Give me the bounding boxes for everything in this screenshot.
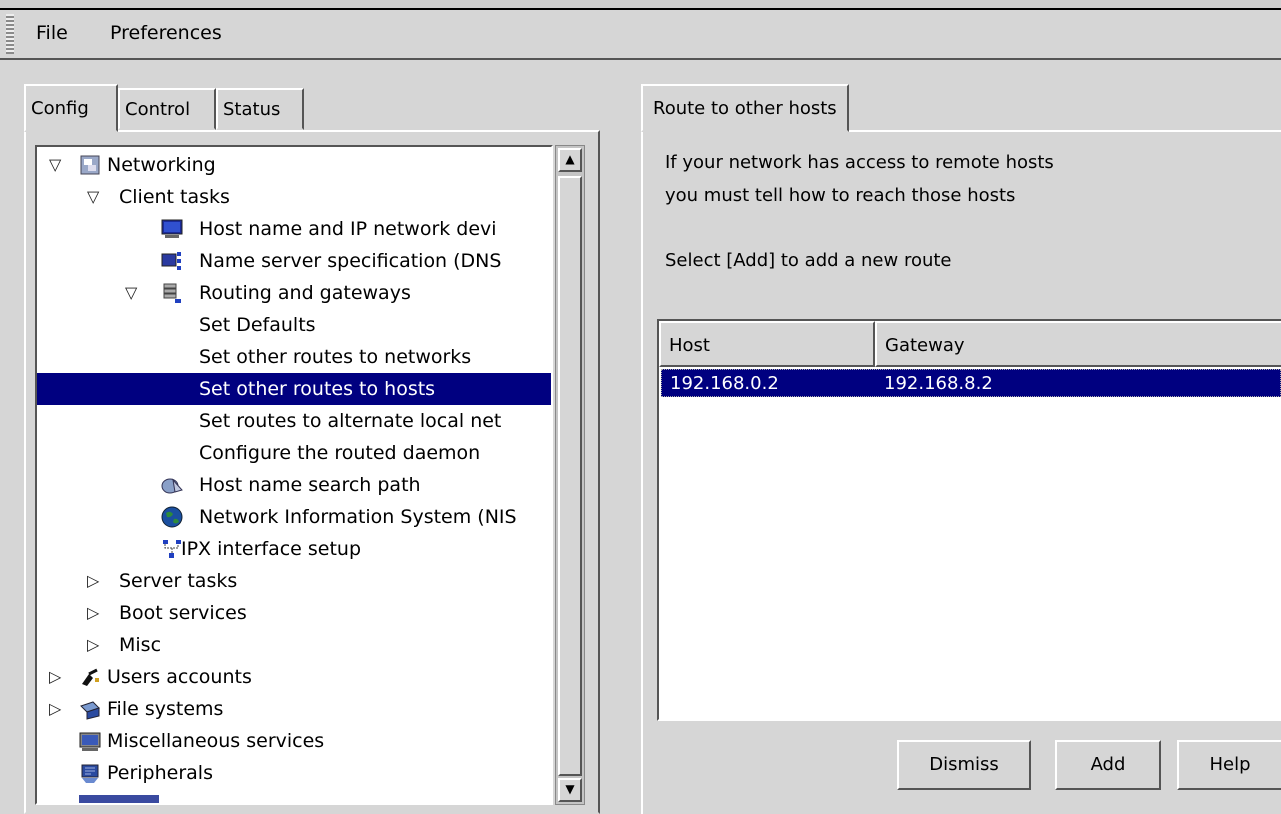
tree-item-label: Set routes to alternate local net (199, 410, 502, 432)
scroll-down-button[interactable]: ▼ (558, 778, 582, 802)
dismiss-button[interactable]: Dismiss (897, 740, 1031, 790)
search-path-icon (161, 478, 183, 494)
tree-item-routing[interactable]: ▽ Routing and gateways (37, 277, 551, 309)
routing-icon (163, 283, 181, 303)
tree-item-label: Network Information System (NIS (199, 506, 517, 528)
users-icon (82, 668, 99, 686)
tree-item-label: Set Defaults (199, 314, 316, 336)
tab-status[interactable]: Status (216, 88, 304, 130)
info-text-line-2: you must tell how to reach those hosts (665, 185, 1016, 206)
tab-control[interactable]: Control (118, 88, 216, 130)
tree-item-label: Routing and gateways (199, 282, 411, 304)
expand-right-icon[interactable]: ▷ (87, 629, 99, 661)
expand-down-icon[interactable]: ▽ (125, 277, 137, 309)
tree-item-routes-hosts[interactable]: Set other routes to hosts (37, 373, 551, 405)
globe-icon (161, 506, 183, 528)
cell-gateway: 192.168.8.2 (884, 373, 993, 394)
ipx-icon (163, 540, 181, 558)
tree-scrollbar[interactable]: ▲ ▼ (555, 145, 585, 805)
tree-item-nis[interactable]: Network Information System (NIS (37, 501, 551, 533)
tree-item-boot-services[interactable]: ▷ Boot services (37, 597, 551, 629)
tree-item-misc[interactable]: ▷ Misc (37, 629, 551, 661)
monitor-icon (161, 219, 183, 238)
tree-item-alternate-local-net[interactable]: Set routes to alternate local net (37, 405, 551, 437)
expand-right-icon[interactable]: ▷ (87, 565, 99, 597)
peripherals-icon (81, 764, 99, 783)
tree-item-server-tasks[interactable]: ▷ Server tasks (37, 565, 551, 597)
tree-item-routed-daemon[interactable]: Configure the routed daemon (37, 437, 551, 469)
tree-item-label: Set other routes to hosts (199, 378, 436, 400)
tree-item-label: Set other routes to networks (199, 346, 472, 368)
tree-item-label: Host name and IP network devi (199, 218, 497, 240)
tree-item-name-server[interactable]: Name server specification (DNS (37, 245, 551, 277)
menu-bar: File Preferences (0, 10, 1281, 60)
tree-item-partial (79, 795, 159, 803)
tree-item-label: Miscellaneous services (107, 730, 325, 752)
menubar-grip-handle[interactable] (6, 14, 14, 54)
tree-item-client-tasks[interactable]: ▽ Client tasks (37, 181, 551, 213)
column-header-host[interactable]: Host (659, 321, 875, 367)
help-button[interactable]: Help (1177, 740, 1281, 790)
tree-item-label: Users accounts (107, 666, 252, 688)
tree-item-set-defaults[interactable]: Set Defaults (37, 309, 551, 341)
tree-item-label: Peripherals (107, 762, 213, 784)
tree-item-label: Boot services (119, 602, 247, 624)
tree-item-label: Name server specification (DNS (199, 250, 502, 272)
tree-item-host-name-ip[interactable]: Host name and IP network devi (37, 213, 551, 245)
column-header-gateway[interactable]: Gateway (875, 321, 1281, 367)
tree-item-label: Host name search path (199, 474, 421, 496)
misc-services-icon (79, 732, 101, 751)
tree-item-networking[interactable]: ▽ Networking (37, 149, 551, 181)
tree-item-ipx[interactable]: IPX interface setup (37, 533, 551, 565)
tree-item-peripherals[interactable]: Peripherals (37, 757, 551, 789)
cell-host: 192.168.0.2 (670, 373, 779, 394)
tree-item-label: IPX interface setup (181, 538, 362, 560)
networking-icon (80, 155, 100, 175)
tree-item-misc-services[interactable]: Miscellaneous services (37, 725, 551, 757)
scroll-thumb[interactable] (558, 176, 582, 776)
tree-item-label: Configure the routed daemon (199, 442, 481, 464)
tab-config[interactable]: Config (24, 84, 118, 132)
info-text-line-1: If your network has access to remote hos… (665, 152, 1054, 173)
tree-item-file-systems[interactable]: ▷ File systems (37, 693, 551, 725)
expand-right-icon[interactable]: ▷ (49, 693, 61, 725)
routes-table: Host Gateway 192.168.0.2 192.168.8.2 (657, 319, 1281, 721)
window-top-border (0, 0, 1281, 10)
tab-route-to-other-hosts[interactable]: Route to other hosts (641, 84, 849, 132)
table-row[interactable]: 192.168.0.2 192.168.8.2 (661, 369, 1281, 397)
tree-item-label: File systems (107, 698, 224, 720)
expand-down-icon[interactable]: ▽ (87, 181, 99, 213)
menu-file[interactable]: File (36, 22, 68, 44)
expand-right-icon[interactable]: ▷ (87, 597, 99, 629)
scroll-up-button[interactable]: ▲ (558, 148, 582, 172)
expand-right-icon[interactable]: ▷ (49, 661, 61, 693)
tree-item-users-accounts[interactable]: ▷ Users accounts (37, 661, 551, 693)
filesystems-icon (80, 701, 100, 720)
tree-item-label: Misc (119, 634, 162, 656)
tree-item-label: Networking (107, 154, 216, 176)
menu-preferences[interactable]: Preferences (110, 22, 222, 44)
add-button[interactable]: Add (1055, 740, 1161, 790)
expand-down-icon[interactable]: ▽ (49, 149, 61, 181)
tree-item-label: Client tasks (119, 186, 230, 208)
dns-icon (161, 252, 181, 270)
tree-item-routes-networks[interactable]: Set other routes to networks (37, 341, 551, 373)
tree-item-label: Server tasks (119, 570, 238, 592)
info-text-line-3: Select [Add] to add a new route (665, 250, 952, 271)
config-tree: ▽ Networking ▽ Client tasks Host name an… (35, 145, 553, 805)
tree-item-search-path[interactable]: Host name search path (37, 469, 551, 501)
